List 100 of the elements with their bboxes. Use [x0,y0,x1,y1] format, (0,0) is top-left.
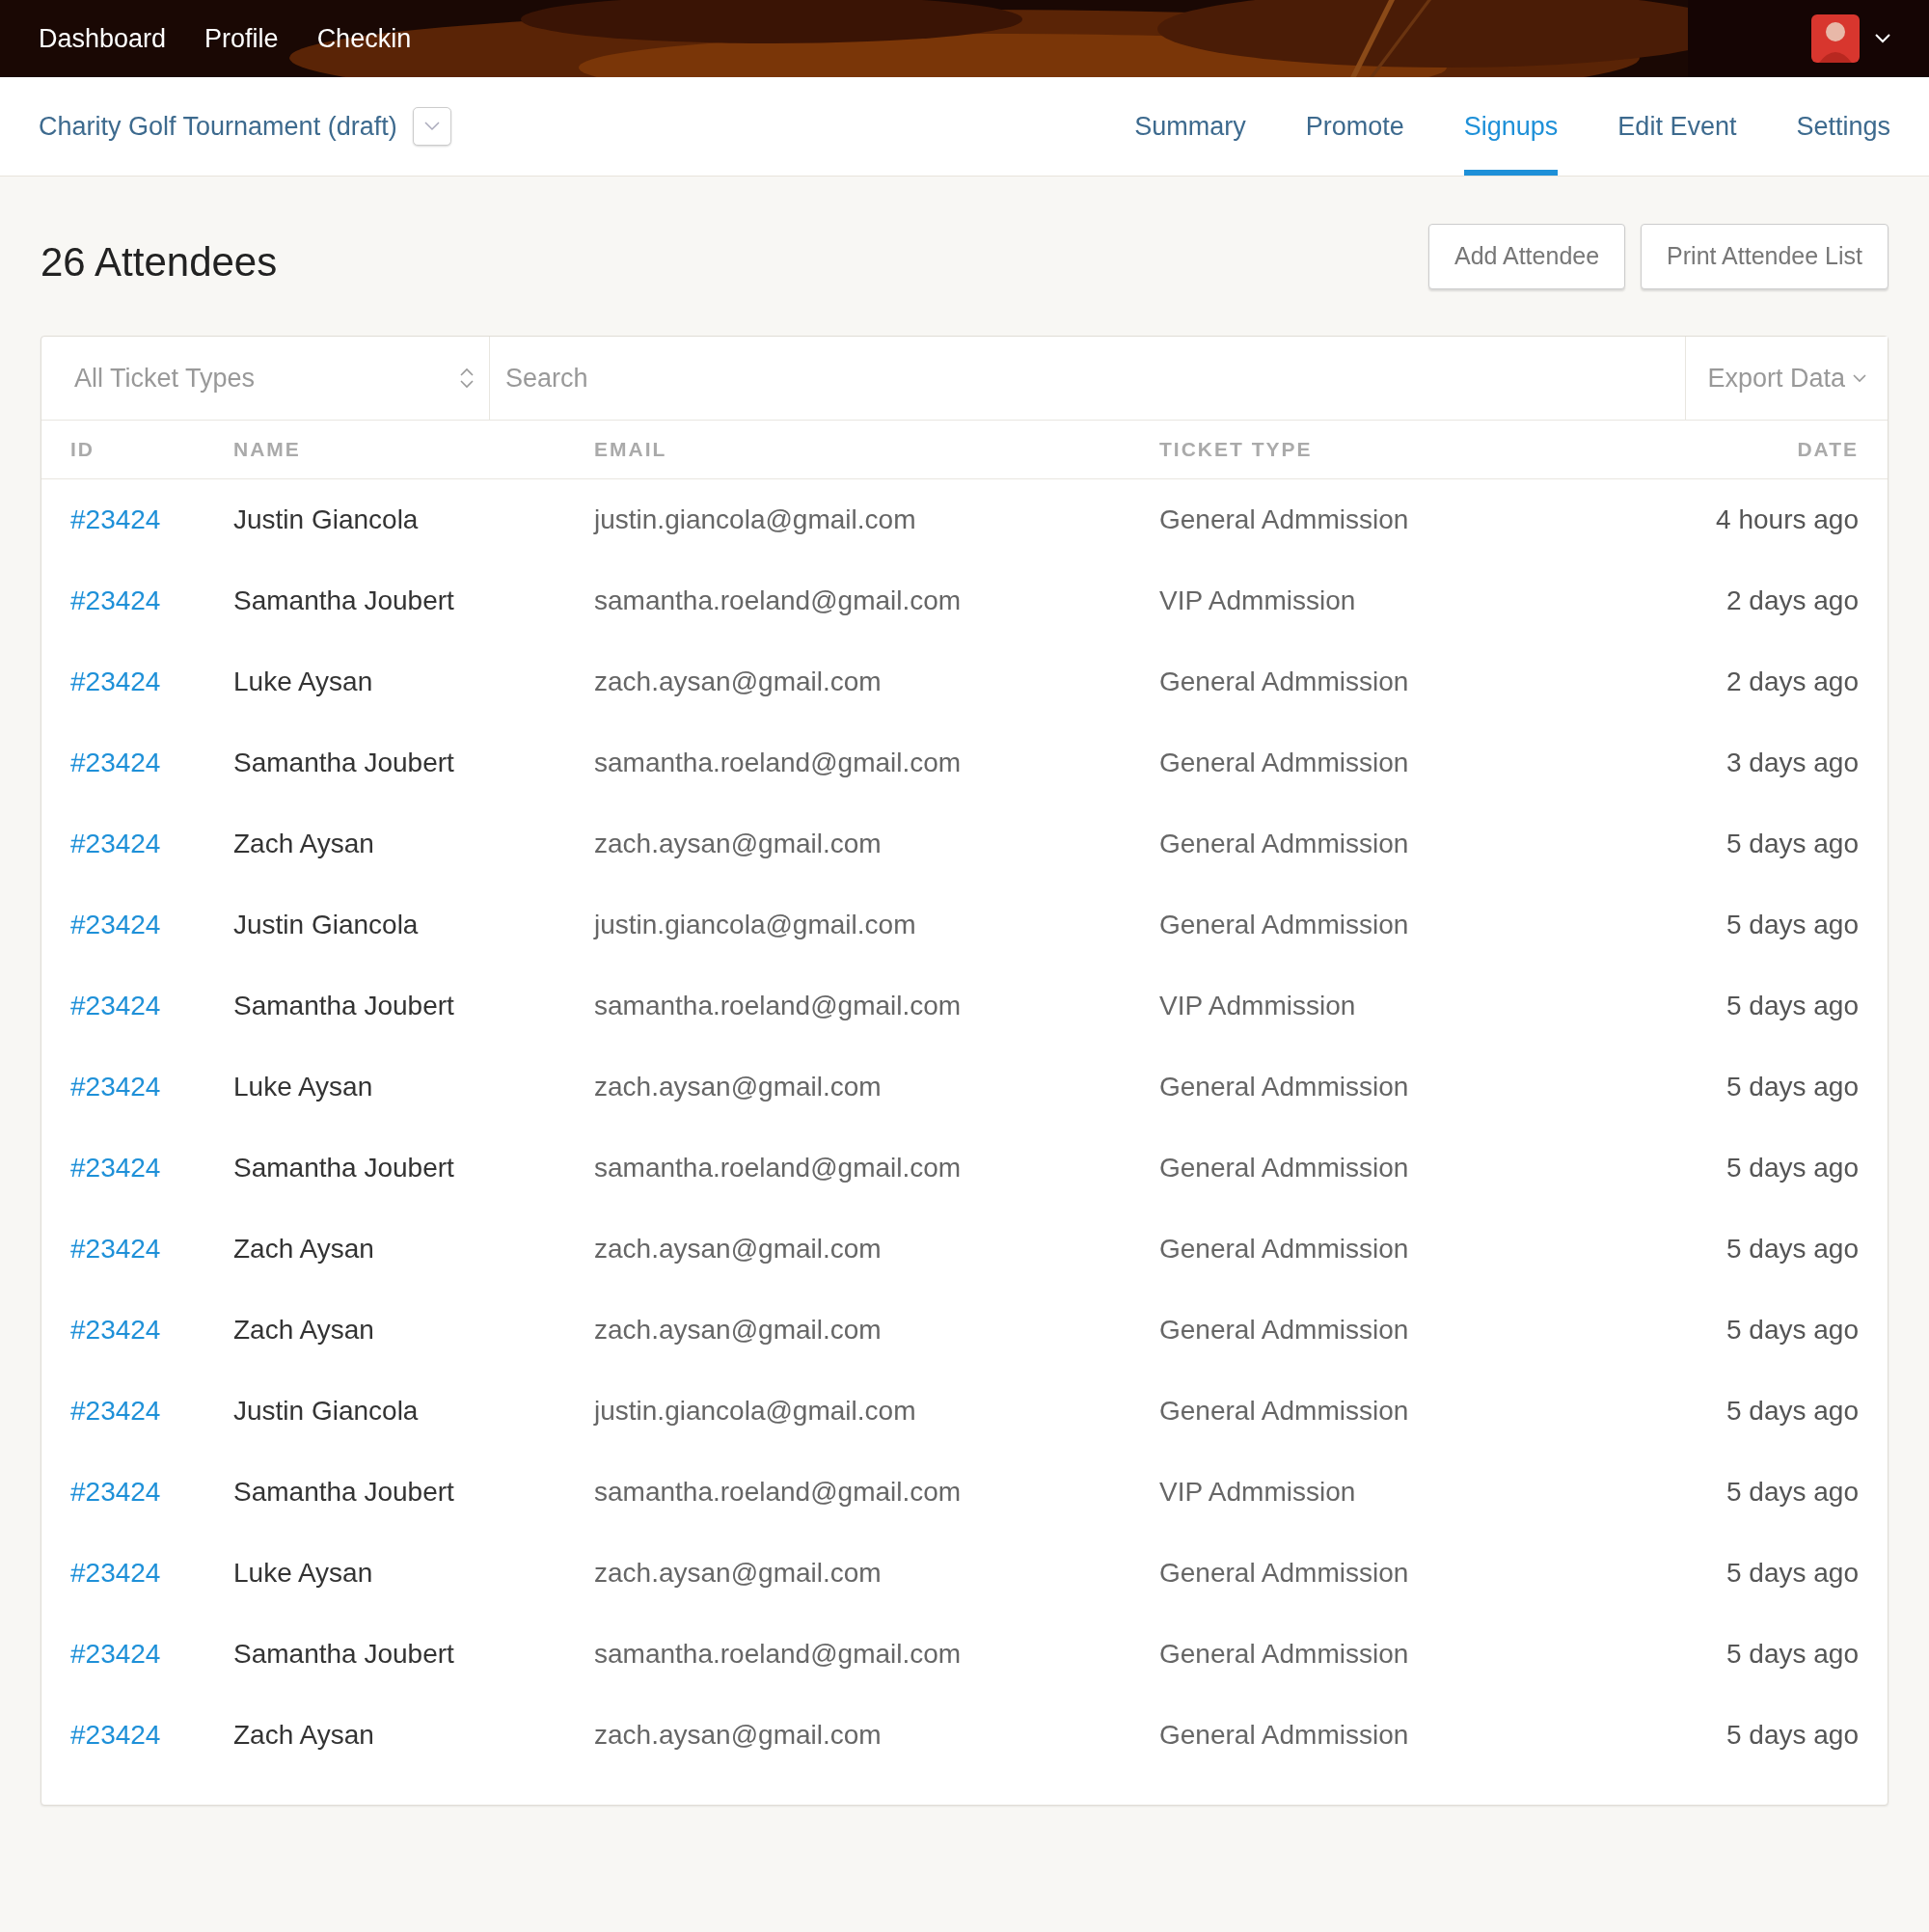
email-cell: samantha.roeland@gmail.com [594,991,962,1020]
tab[interactable]: Edit Event [1617,77,1737,176]
email-cell: samantha.roeland@gmail.com [594,585,962,615]
date-cell: 5 days ago [1726,1558,1859,1588]
date-cell: 5 days ago [1726,910,1859,939]
ticket-type-cell: General Admmission [1159,1558,1409,1588]
ticket-type-cell: General Admmission [1159,910,1409,939]
tab[interactable]: Signups [1463,77,1559,176]
ticket-type-cell: VIP Admmission [1159,1477,1356,1507]
chevron-down-icon[interactable] [1875,34,1890,43]
page-heading: 26 Attendees [41,237,278,286]
ticket-type-cell: General Admmission [1159,1072,1409,1102]
name-cell: Zach Aysan [233,829,374,858]
name-cell: Zach Aysan [233,1234,374,1264]
attendee-id-link[interactable]: #23424 [70,1072,161,1102]
name-cell: Samantha Joubert [233,1153,454,1183]
email-cell: samantha.roeland@gmail.com [594,1477,962,1507]
action-button[interactable]: Print Attendee List [1641,223,1888,289]
column-header: EMAIL [594,438,667,460]
email-cell: zach.aysan@gmail.com [594,1072,882,1102]
date-cell: 5 days ago [1726,1639,1859,1669]
attendee-id-link[interactable]: #23424 [70,1558,161,1588]
attendee-id-link[interactable]: #23424 [70,1315,161,1345]
email-cell: justin.giancola@gmail.com [594,504,916,534]
email-cell: samantha.roeland@gmail.com [594,748,962,777]
avatar-icon[interactable] [1811,14,1860,63]
date-cell: 5 days ago [1726,1315,1859,1345]
ticket-type-cell: General Admmission [1159,1153,1409,1183]
name-cell: Justin Giancola [233,504,419,534]
attendee-id-link[interactable]: #23424 [70,1477,161,1507]
name-cell: Samantha Joubert [233,1639,454,1669]
ticket-type-cell: General Admmission [1159,829,1409,858]
action-button[interactable]: Add Attendee [1427,223,1626,289]
export-data-button[interactable]: Export Data [1685,337,1888,420]
email-cell: zach.aysan@gmail.com [594,1315,882,1345]
email-cell: justin.giancola@gmail.com [594,1396,916,1426]
column-header: TICKET TYPE [1159,438,1313,460]
ticket-type-cell: General Admmission [1159,1315,1409,1345]
name-cell: Justin Giancola [233,1396,419,1426]
attendee-id-link[interactable]: #23424 [70,910,161,939]
name-cell: Samantha Joubert [233,1477,454,1507]
ticket-type-cell: General Admmission [1159,504,1409,534]
date-cell: 5 days ago [1726,1153,1859,1183]
attendee-id-link[interactable]: #23424 [70,585,161,615]
date-cell: 5 days ago [1726,1396,1859,1426]
date-cell: 2 days ago [1726,667,1859,696]
ticket-type-cell: General Admmission [1159,1639,1409,1669]
attendee-id-link[interactable]: #23424 [70,504,161,534]
column-header: DATE [1797,438,1859,460]
ticket-type-cell: VIP Admmission [1159,585,1356,615]
date-cell: 5 days ago [1726,1072,1859,1102]
email-cell: zach.aysan@gmail.com [594,829,882,858]
name-cell: Justin Giancola [233,910,419,939]
email-cell: justin.giancola@gmail.com [594,910,916,939]
nav-link[interactable]: Checkin [316,23,412,54]
column-header: NAME [233,438,301,460]
chevron-down-icon [1853,373,1866,383]
attendee-id-link[interactable]: #23424 [70,829,161,858]
tab[interactable]: Summary [1134,77,1246,176]
date-cell: 4 hours ago [1716,504,1859,534]
name-cell: Zach Aysan [233,1720,374,1750]
date-cell: 2 days ago [1726,585,1859,615]
sort-icon [460,367,474,390]
attendee-id-link[interactable]: #23424 [70,1396,161,1426]
ticket-type-cell: General Admmission [1159,1234,1409,1264]
attendee-id-link[interactable]: #23424 [70,667,161,696]
date-cell: 5 days ago [1726,1234,1859,1264]
date-cell: 5 days ago [1726,829,1859,858]
ticket-type-cell: VIP Admmission [1159,991,1356,1020]
tab[interactable]: Settings [1796,77,1890,176]
event-title[interactable]: Charity Golf Tournament (draft) [39,111,397,142]
email-cell: samantha.roeland@gmail.com [594,1153,962,1183]
attendee-id-link[interactable]: #23424 [70,748,161,777]
nav-link[interactable]: Dashboard [39,23,167,54]
name-cell: Zach Aysan [233,1315,374,1345]
attendee-id-link[interactable]: #23424 [70,1720,161,1750]
name-cell: Luke Aysan [233,1558,373,1588]
name-cell: Luke Aysan [233,667,373,696]
date-cell: 5 days ago [1726,1477,1859,1507]
attendee-id-link[interactable]: #23424 [70,1153,161,1183]
name-cell: Samantha Joubert [233,748,454,777]
email-cell: zach.aysan@gmail.com [594,1558,882,1588]
date-cell: 5 days ago [1726,1720,1859,1750]
column-header: ID [70,438,95,460]
attendee-id-link[interactable]: #23424 [70,991,161,1020]
ticket-type-cell: General Admmission [1159,748,1409,777]
name-cell: Luke Aysan [233,1072,373,1102]
attendee-id-link[interactable]: #23424 [70,1639,161,1669]
email-cell: zach.aysan@gmail.com [594,667,882,696]
email-cell: zach.aysan@gmail.com [594,1234,882,1264]
date-cell: 5 days ago [1726,991,1859,1020]
email-cell: zach.aysan@gmail.com [594,1720,882,1750]
ticket-type-cell: General Admmission [1159,667,1409,696]
name-cell: Samantha Joubert [233,991,454,1020]
date-cell: 3 days ago [1726,748,1859,777]
attendee-id-link[interactable]: #23424 [70,1234,161,1264]
tab[interactable]: Promote [1305,77,1404,176]
ticket-type-cell: General Admmission [1159,1396,1409,1426]
nav-link[interactable]: Profile [204,23,279,54]
ticket-type-cell: General Admmission [1159,1720,1409,1750]
